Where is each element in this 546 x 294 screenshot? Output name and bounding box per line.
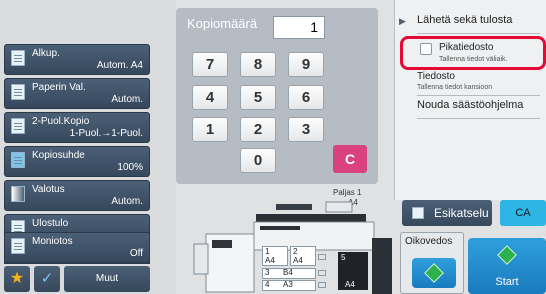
key-6[interactable]: 6 — [288, 85, 324, 110]
copy-count-keypad: Kopiomäärä 1 7 8 9 4 5 6 1 2 3 0 C — [176, 8, 378, 184]
key-2[interactable]: 2 — [240, 117, 276, 142]
copy-ratio-label: Kopiosuhde — [32, 150, 85, 161]
copy-ratio-key[interactable]: Kopiosuhde 100% — [4, 146, 150, 177]
tray-4: 4 A3 — [262, 280, 316, 291]
output-label: Ulostulo — [32, 218, 69, 229]
checkmark-icon: ✓ — [40, 270, 54, 287]
tray-4-indicator — [318, 282, 326, 288]
file-description: Tallenna tiedot kansioon — [417, 84, 493, 91]
paper-select-key[interactable]: Paperin Val. Autom. — [4, 78, 150, 109]
exposure-value: Autom. — [111, 196, 143, 207]
exposure-label: Valotus — [32, 184, 65, 195]
preview-icon — [412, 207, 424, 219]
function-key-panel: Alkup. Autom. A4 Paperin Val. Autom. 2-P… — [0, 0, 176, 294]
send-and-print-item[interactable]: Lähetä sekä tulosta — [417, 14, 512, 26]
expand-arrow-icon[interactable]: ▶ — [399, 16, 406, 27]
clear-all-label: CA — [515, 207, 531, 219]
clear-all-button[interactable]: CA — [500, 200, 546, 226]
start-button[interactable]: Start — [468, 238, 546, 294]
key-1[interactable]: 1 — [192, 117, 228, 142]
quick-file-highlight — [400, 36, 546, 70]
duplex-copy-value: 1-Puol.→1-Puol. — [69, 128, 143, 139]
duplex-copy-key[interactable]: 2-Puol.Kopio 1-Puol.→1-Puol. — [4, 112, 150, 143]
copy-count-field[interactable]: 1 — [273, 16, 325, 39]
key-4[interactable]: 4 — [192, 85, 228, 110]
sample-copy-label: Oikovedos — [405, 236, 453, 247]
tray-1: 1 A4 — [262, 246, 288, 266]
start-label: Start — [495, 276, 519, 288]
divider — [417, 33, 540, 34]
key-0[interactable]: 0 — [240, 148, 276, 173]
key-7[interactable]: 7 — [192, 52, 228, 77]
original-document-icon — [11, 50, 25, 66]
divider — [417, 95, 540, 96]
tray-2-indicator — [318, 254, 326, 260]
original-value: Autom. A4 — [96, 60, 143, 71]
key-5[interactable]: 5 — [240, 85, 276, 110]
divider — [417, 118, 540, 119]
tray-3-indicator — [318, 270, 326, 276]
clear-button[interactable]: C — [333, 145, 367, 173]
tray-5: 5 A4 — [338, 252, 368, 290]
recall-program-item[interactable]: Nouda säästöohjelma — [417, 99, 523, 111]
original-label: Alkup. — [32, 48, 60, 59]
duplex-copy-label: 2-Puol.Kopio — [32, 116, 90, 127]
exposure-key[interactable]: Valotus Autom. — [4, 180, 150, 211]
multishot-icon — [11, 238, 25, 254]
key-9[interactable]: 9 — [288, 52, 324, 77]
duplex-icon — [11, 118, 25, 134]
exposure-icon — [11, 186, 25, 202]
favorite-button[interactable]: ★ — [4, 266, 30, 292]
preview-label: Esikatselu — [434, 206, 489, 220]
key-3[interactable]: 3 — [288, 117, 324, 142]
sample-copy-button[interactable] — [412, 258, 456, 288]
paper-select-label: Paperin Val. — [32, 82, 86, 93]
action-panel: ▶ Lähetä sekä tulosta Pikatiedosto Talle… — [394, 0, 546, 200]
multishot-label: Moniotos — [32, 236, 73, 247]
tray-3: 3 B4 — [262, 268, 316, 279]
paper-icon — [11, 84, 25, 100]
copy-count-title: Kopiomäärä — [187, 16, 258, 31]
more-label: Muut — [95, 273, 119, 284]
more-button[interactable]: Muut — [64, 266, 150, 292]
zoom-icon — [11, 152, 25, 168]
paper-select-value: Autom. — [111, 94, 143, 105]
start-icon — [497, 245, 517, 265]
star-icon: ★ — [9, 270, 25, 287]
copy-ratio-value: 100% — [117, 162, 143, 173]
sample-start-icon — [424, 263, 444, 283]
multishot-value: Off — [129, 248, 143, 259]
check-button[interactable]: ✓ — [34, 266, 60, 292]
key-8[interactable]: 8 — [240, 52, 276, 77]
file-item[interactable]: Tiedosto — [417, 71, 455, 82]
original-key[interactable]: Alkup. Autom. A4 — [4, 44, 150, 75]
preview-button[interactable]: Esikatselu — [402, 200, 492, 226]
tray-2: 2 A4 — [290, 246, 316, 266]
multishot-key[interactable]: Moniotos Off — [4, 232, 150, 263]
